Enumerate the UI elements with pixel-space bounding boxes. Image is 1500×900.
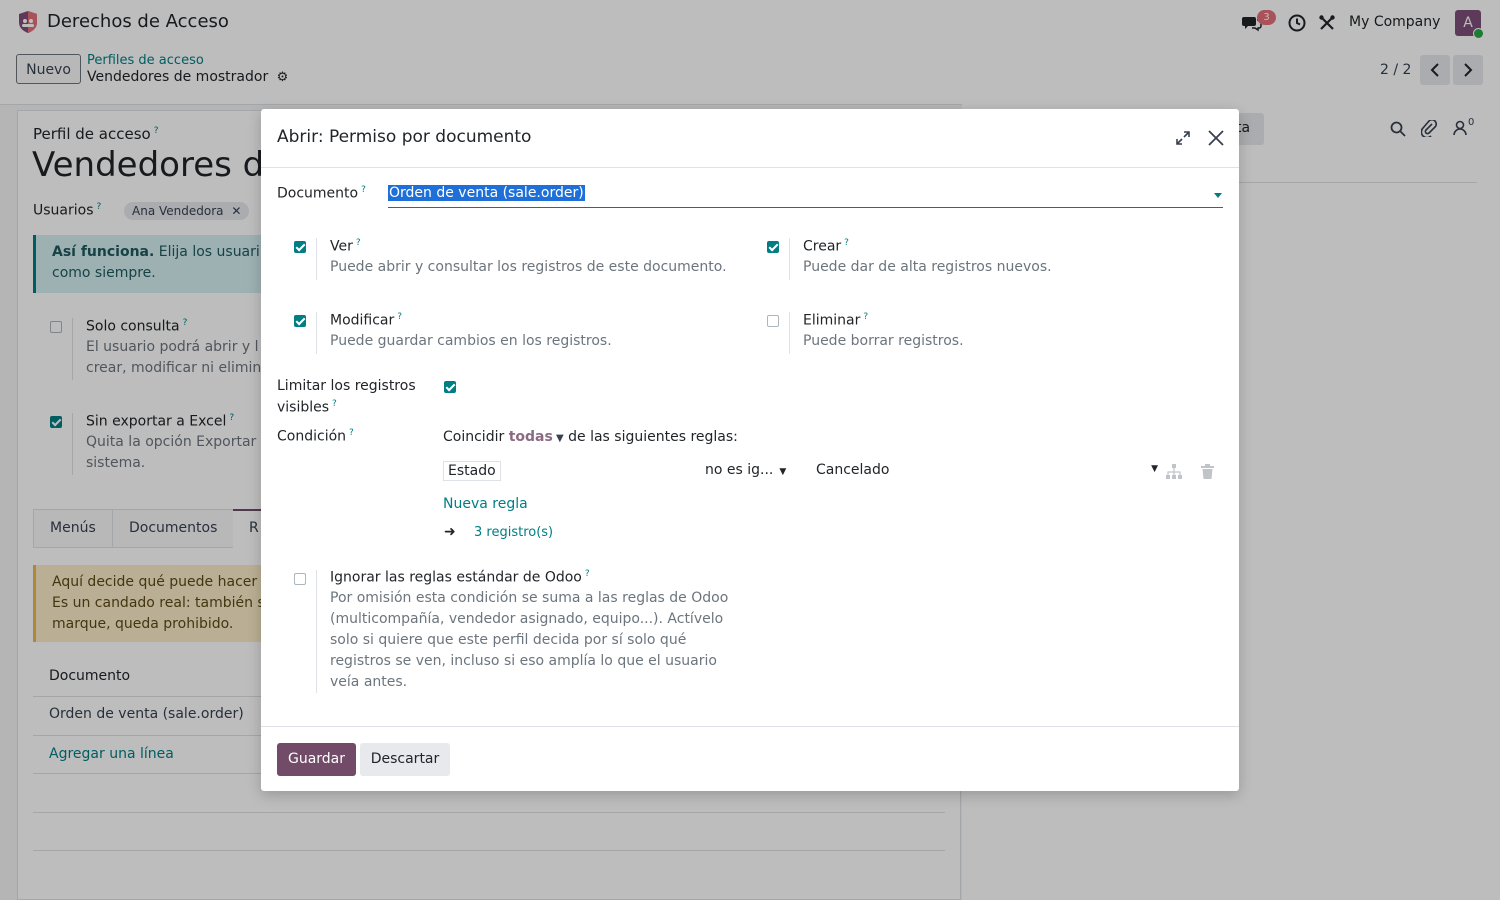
ignore-rules-checkbox[interactable] bbox=[294, 573, 306, 585]
discard-button[interactable]: Descartar bbox=[360, 743, 450, 776]
rule-value-select[interactable]: Cancelado ▼ bbox=[816, 462, 1158, 478]
rule-operator-select[interactable]: no es ig... ▼ bbox=[705, 462, 786, 478]
ignore-desc-5: veía antes. bbox=[330, 674, 408, 690]
help-icon[interactable]: ? bbox=[397, 312, 402, 322]
ignore-desc-2: (multicompañía, vendedor asignado, equip… bbox=[330, 611, 724, 627]
help-icon[interactable]: ? bbox=[863, 312, 868, 322]
delete-checkbox[interactable] bbox=[767, 315, 779, 327]
divider bbox=[316, 312, 317, 354]
dialog-footer: Guardar Descartar bbox=[261, 726, 1239, 792]
match-sentence: Coincidir todas ▼ de las siguientes regl… bbox=[443, 429, 738, 445]
document-select-value: Orden de venta (sale.order) bbox=[388, 185, 585, 201]
document-label: Documento? bbox=[277, 185, 366, 202]
help-icon[interactable]: ? bbox=[349, 428, 354, 438]
hierarchy-icon[interactable] bbox=[1166, 464, 1182, 479]
view-label: Ver? bbox=[330, 238, 361, 255]
help-icon[interactable]: ? bbox=[361, 185, 366, 195]
dialog-title: Abrir: Permiso por documento bbox=[277, 127, 532, 147]
divider bbox=[316, 570, 317, 693]
ignore-desc-3: solo si quiere que este perfil decida po… bbox=[330, 632, 687, 648]
create-label: Crear? bbox=[803, 238, 849, 255]
help-icon[interactable]: ? bbox=[332, 399, 337, 409]
edit-desc: Puede guardar cambios en los registros. bbox=[330, 333, 612, 349]
match-connector-select[interactable]: todas bbox=[509, 429, 553, 445]
edit-label: Modificar? bbox=[330, 312, 402, 329]
matching-records-link[interactable]: 3 registro(s) bbox=[474, 525, 553, 540]
delete-label: Eliminar? bbox=[803, 312, 868, 329]
ignore-desc-4: registros se ven, incluso si eso amplía … bbox=[330, 653, 717, 669]
dialog-header: Abrir: Permiso por documento bbox=[261, 109, 1239, 168]
match-suffix: de las siguientes reglas: bbox=[568, 429, 738, 445]
create-checkbox[interactable] bbox=[767, 241, 779, 253]
limit-label-text: visibles bbox=[277, 399, 330, 416]
close-icon[interactable] bbox=[1208, 130, 1224, 146]
caret-down-icon: ▼ bbox=[779, 467, 787, 477]
ignore-label-text: Ignorar las reglas estándar de Odoo bbox=[330, 569, 582, 586]
trash-icon[interactable] bbox=[1201, 464, 1214, 479]
ignore-label: Ignorar las reglas estándar de Odoo? bbox=[330, 569, 590, 586]
new-rule-link[interactable]: Nueva regla bbox=[443, 496, 528, 512]
caret-down-icon bbox=[1214, 193, 1222, 198]
limit-label-line2: visibles? bbox=[277, 399, 337, 416]
limit-records-checkbox[interactable] bbox=[444, 381, 456, 393]
edit-label-text: Modificar bbox=[330, 312, 395, 329]
match-prefix: Coincidir bbox=[443, 429, 505, 445]
condition-label-text: Condición bbox=[277, 428, 347, 445]
view-desc: Puede abrir y consultar los registros de… bbox=[330, 259, 727, 275]
limit-label-line1: Limitar los registros bbox=[277, 378, 416, 394]
rule-value-text: Cancelado bbox=[816, 462, 890, 478]
help-icon[interactable]: ? bbox=[356, 238, 361, 248]
edit-checkbox[interactable] bbox=[294, 315, 306, 327]
create-label-text: Crear bbox=[803, 238, 842, 255]
create-desc: Puede dar de alta registros nuevos. bbox=[803, 259, 1052, 275]
permission-dialog: Abrir: Permiso por documento Documento? … bbox=[261, 109, 1239, 791]
view-checkbox[interactable] bbox=[294, 241, 306, 253]
rule-field-select[interactable]: Estado bbox=[443, 461, 501, 481]
divider bbox=[789, 312, 790, 354]
divider bbox=[789, 238, 790, 280]
condition-label: Condición? bbox=[277, 428, 354, 445]
help-icon[interactable]: ? bbox=[585, 569, 590, 579]
view-label-text: Ver bbox=[330, 238, 353, 255]
save-button[interactable]: Guardar bbox=[277, 743, 356, 776]
divider bbox=[316, 238, 317, 280]
caret-down-icon: ▼ bbox=[552, 433, 564, 444]
rule-operator-value: no es ig... bbox=[705, 462, 774, 478]
document-label-text: Documento bbox=[277, 185, 359, 202]
document-select[interactable]: Orden de venta (sale.order) bbox=[388, 183, 1223, 208]
caret-down-icon: ▼ bbox=[1151, 464, 1158, 474]
expand-icon[interactable] bbox=[1176, 131, 1190, 145]
delete-label-text: Eliminar bbox=[803, 312, 861, 329]
arrow-right-icon: ➜ bbox=[444, 524, 456, 540]
help-icon[interactable]: ? bbox=[844, 238, 849, 248]
delete-desc: Puede borrar registros. bbox=[803, 333, 964, 349]
ignore-desc-1: Por omisión esta condición se suma a las… bbox=[330, 590, 729, 606]
